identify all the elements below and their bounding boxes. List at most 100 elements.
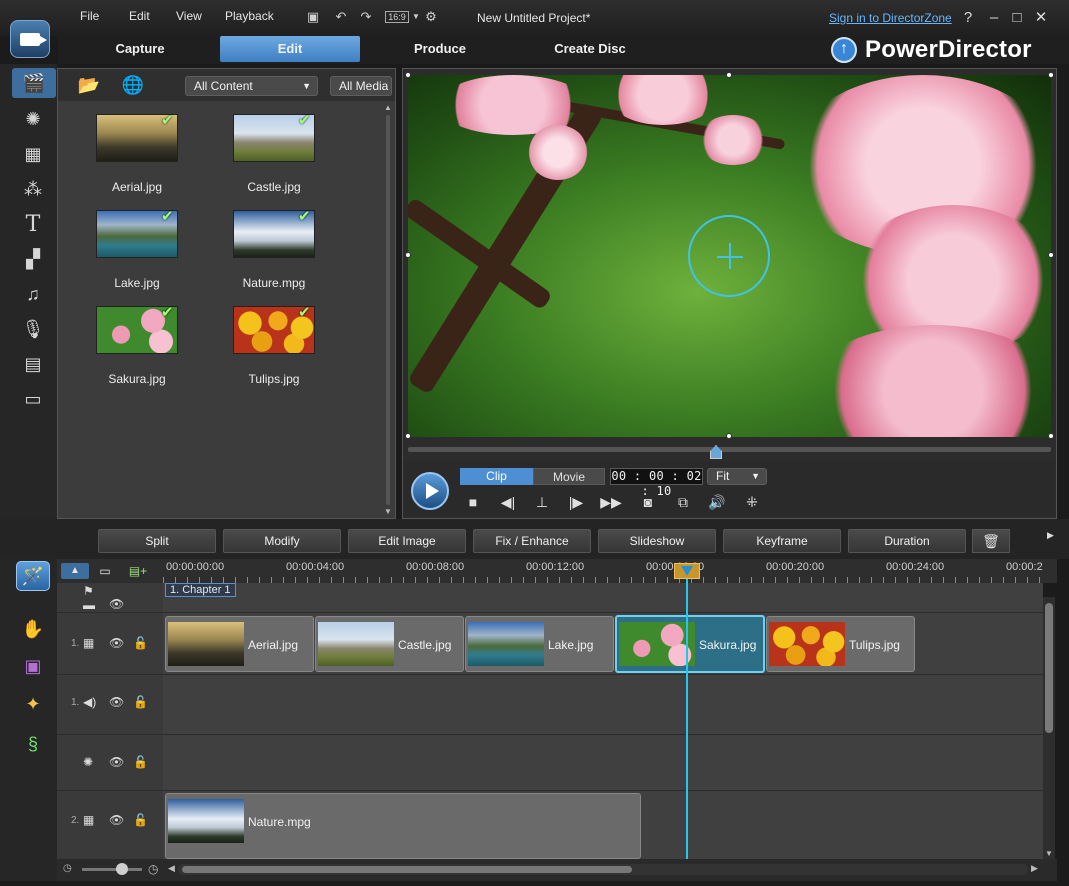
- resize-handle[interactable]: [405, 72, 411, 78]
- split-button[interactable]: Split: [98, 529, 216, 553]
- upload-arrow-icon[interactable]: ↑: [831, 37, 857, 63]
- media-item-aerial[interactable]: ✔ Aerial.jpg: [83, 112, 193, 204]
- movie-mode-button[interactable]: Movie: [533, 468, 605, 485]
- media-item-nature[interactable]: ✔ Nature.mpg: [220, 208, 330, 300]
- scroll-left-icon[interactable]: ◀: [168, 863, 175, 874]
- scroll-right-icon[interactable]: ▶: [1031, 863, 1038, 874]
- stop-icon[interactable]: ■: [462, 492, 484, 512]
- modify-button[interactable]: Modify: [223, 529, 341, 553]
- zoom-fit-select[interactable]: Fit ▼: [707, 468, 767, 485]
- signin-link[interactable]: Sign in to DirectorZone: [829, 11, 952, 25]
- particle-room-icon[interactable]: ⁂: [12, 174, 54, 204]
- preview-seekbar[interactable]: [408, 447, 1051, 452]
- hand-tool-icon[interactable]: ✋: [16, 614, 50, 644]
- tab-capture[interactable]: Capture: [70, 36, 210, 62]
- menu-file[interactable]: File: [80, 9, 99, 23]
- volume-icon[interactable]: 🔊: [706, 492, 728, 512]
- edit-image-button[interactable]: Edit Image: [348, 529, 466, 553]
- scroll-down-icon[interactable]: ▼: [1045, 849, 1053, 858]
- eye-icon[interactable]: 👁: [109, 597, 124, 611]
- library-scrollbar[interactable]: ▲ ▼: [383, 103, 393, 517]
- resize-handle[interactable]: [1048, 433, 1054, 439]
- resize-handle[interactable]: [726, 433, 732, 439]
- pip-room-icon[interactable]: ▦: [12, 139, 54, 169]
- previous-frame-icon[interactable]: ◀|: [497, 492, 519, 512]
- undo-icon[interactable]: ↶: [333, 9, 349, 25]
- aspect-ratio-button[interactable]: 16:9: [385, 11, 409, 23]
- chapter-marker[interactable]: 1. Chapter 1: [165, 583, 236, 597]
- magic-wand-tool-icon[interactable]: 🪄: [16, 561, 50, 591]
- redo-icon[interactable]: ↷: [358, 9, 374, 25]
- lock-icon[interactable]: 🔓: [133, 695, 148, 709]
- aspect-dropdown-arrow-icon[interactable]: ▼: [408, 9, 424, 25]
- voiceover-room-icon[interactable]: 🎙: [12, 314, 54, 344]
- media-type-select[interactable]: All Media: [330, 76, 392, 96]
- media-item-sakura[interactable]: ✔ Sakura.jpg: [83, 304, 193, 396]
- music-tool-icon[interactable]: §: [16, 729, 50, 759]
- more-actions-arrow-icon[interactable]: ▶: [1047, 530, 1054, 541]
- menu-edit[interactable]: Edit: [129, 9, 150, 23]
- download-globe-icon[interactable]: 🌐: [120, 74, 146, 96]
- playhead-marker[interactable]: [674, 563, 700, 579]
- timeline-clip-aerial[interactable]: Aerial.jpg: [165, 616, 314, 672]
- timeline-zoom-slider[interactable]: [82, 868, 142, 871]
- timeline-vertical-scrollbar[interactable]: [1043, 597, 1055, 859]
- resize-handle[interactable]: [726, 72, 732, 78]
- eye-icon[interactable]: 👁: [109, 636, 124, 650]
- next-frame-icon[interactable]: |▶: [565, 492, 587, 512]
- split-marker-icon[interactable]: ⊥: [531, 492, 553, 512]
- eye-icon[interactable]: 👁: [109, 755, 124, 769]
- playhead-line[interactable]: [686, 573, 688, 859]
- title-room-icon[interactable]: T: [12, 209, 54, 239]
- effect-room-icon[interactable]: ✺: [12, 104, 54, 134]
- clip-mode-button[interactable]: Clip: [460, 468, 533, 485]
- zoom-in-icon[interactable]: ◷: [148, 862, 158, 876]
- import-folder-icon[interactable]: 📂: [76, 74, 102, 96]
- transition-room-icon[interactable]: ▞: [12, 244, 54, 274]
- zoom-out-icon[interactable]: ◷: [63, 863, 72, 874]
- settings-gear-icon[interactable]: ⚙: [423, 9, 439, 25]
- content-filter-select[interactable]: All Content ▼: [185, 76, 318, 96]
- position-crosshair-icon[interactable]: [688, 215, 770, 297]
- eye-icon[interactable]: 👁: [109, 695, 124, 709]
- timecode-display[interactable]: 00 : 00 : 02 : 10: [610, 468, 703, 498]
- timeline-clip-sakura[interactable]: Sakura.jpg: [615, 615, 765, 673]
- help-icon[interactable]: ?: [958, 8, 978, 28]
- menu-playback[interactable]: Playback: [225, 9, 274, 23]
- storyboard-view-icon[interactable]: ▣: [16, 651, 50, 681]
- media-item-lake[interactable]: ✔ Lake.jpg: [83, 208, 193, 300]
- resize-handle[interactable]: [405, 252, 411, 258]
- keyframe-button[interactable]: Keyframe: [723, 529, 841, 553]
- menu-view[interactable]: View: [176, 9, 202, 23]
- fast-forward-icon[interactable]: ▶▶: [600, 492, 622, 512]
- trash-icon[interactable]: 🗑: [972, 529, 1010, 553]
- scroll-thumb[interactable]: [182, 866, 632, 873]
- storyboard-mode-icon[interactable]: ▭: [95, 563, 115, 579]
- maximize-icon[interactable]: □: [1007, 8, 1027, 28]
- chapter-room-icon[interactable]: ▤: [12, 349, 54, 379]
- timeline-clip-lake[interactable]: Lake.jpg: [465, 616, 614, 672]
- close-icon[interactable]: ✕: [1031, 8, 1051, 28]
- scroll-thumb[interactable]: [1045, 603, 1053, 733]
- timeline-horizontal-scrollbar[interactable]: [178, 864, 1028, 875]
- add-track-icon[interactable]: ▤+: [127, 563, 149, 579]
- fix-enhance-button[interactable]: Fix / Enhance: [473, 529, 591, 553]
- timeline-ruler[interactable]: 00:00:00:00 00:00:04:00 00:00:08:00 00:0…: [163, 559, 1043, 583]
- tab-create-disc[interactable]: Create Disc: [520, 36, 660, 62]
- resize-handle[interactable]: [1048, 252, 1054, 258]
- scroll-down-icon[interactable]: ▼: [384, 507, 392, 516]
- minimize-icon[interactable]: –: [984, 8, 1004, 28]
- layout-grid-icon[interactable]: ⁜: [741, 492, 763, 512]
- lock-icon[interactable]: 🔓: [133, 755, 148, 769]
- duration-button[interactable]: Duration: [848, 529, 966, 553]
- resize-handle[interactable]: [405, 433, 411, 439]
- preview-mode-icon[interactable]: ⧉: [672, 492, 694, 512]
- eye-icon[interactable]: 👁: [109, 813, 124, 827]
- lock-icon[interactable]: 🔓: [133, 636, 148, 650]
- zoom-slider-thumb[interactable]: [116, 863, 128, 875]
- magic-tool-icon[interactable]: ✦: [16, 689, 50, 719]
- snapshot-camera-icon[interactable]: ◙: [637, 492, 659, 512]
- scroll-up-icon[interactable]: ▲: [384, 103, 392, 112]
- resize-handle[interactable]: [1048, 72, 1054, 78]
- lock-icon[interactable]: 🔓: [133, 813, 148, 827]
